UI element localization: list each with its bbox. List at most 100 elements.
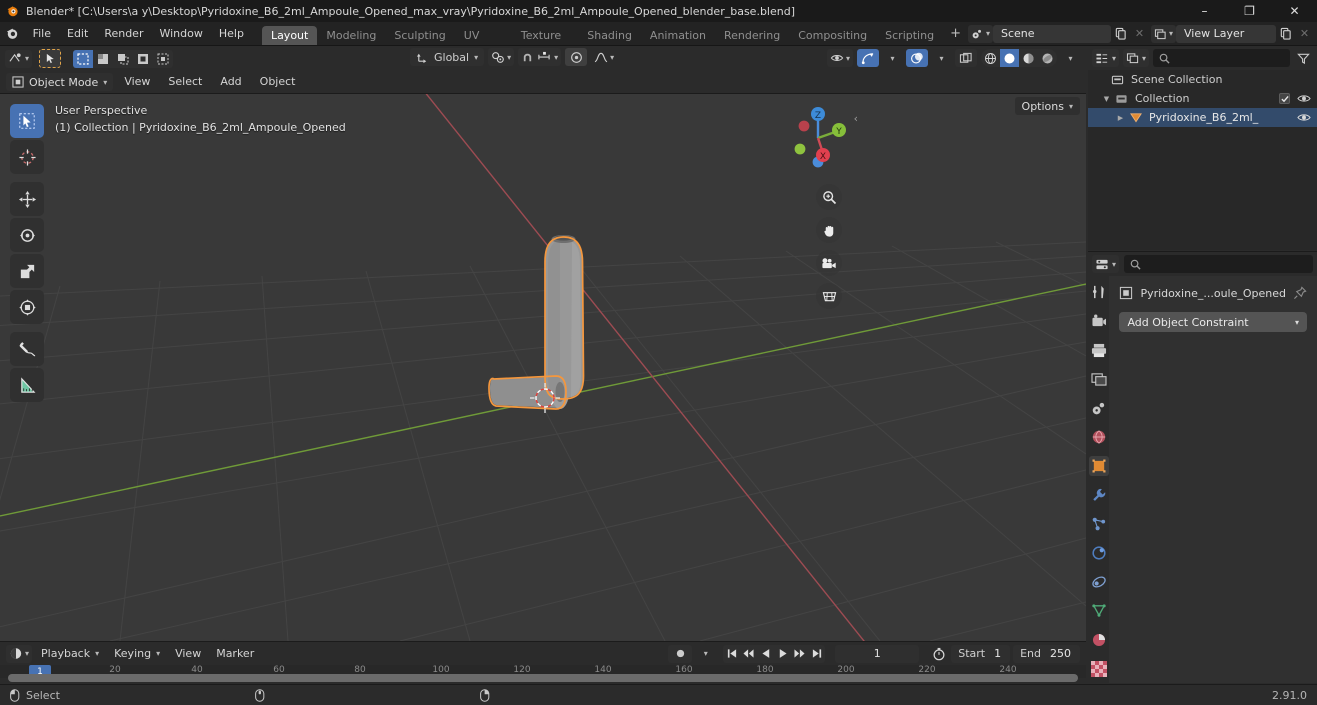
view-layer-name-field[interactable]: View Layer <box>1176 24 1276 43</box>
tool-tab[interactable] <box>1089 282 1109 302</box>
app-menu-blender-icon[interactable] <box>0 22 25 45</box>
timeline-editor-type-selector[interactable]: ▾ <box>6 644 33 663</box>
auto-keying-toggle[interactable] <box>668 644 693 663</box>
transform-orientation-selector[interactable]: Global ▾ <box>410 48 485 66</box>
outliner-editor-type-selector[interactable]: ▾ <box>1092 49 1120 67</box>
measure-tool[interactable] <box>10 368 44 402</box>
snap-magnet-icon[interactable] <box>521 51 534 64</box>
tab-compositing[interactable]: Compositing <box>789 26 876 45</box>
add-workspace-button[interactable]: + <box>943 26 968 41</box>
timeline-horizontal-scrollbar[interactable] <box>8 674 1078 682</box>
editor-type-selector[interactable]: ▾ <box>5 49 33 68</box>
scene-selector[interactable]: ▾ Scene ✕ <box>967 24 1149 43</box>
timeline-menu-marker[interactable]: Marker <box>210 643 260 665</box>
modifier-tab[interactable] <box>1089 485 1109 505</box>
outliner-editor[interactable]: ▾ ▾ Scene Collection ▼ Collection ▶ Pyri… <box>1088 46 1317 250</box>
camera-view-icon[interactable] <box>816 250 842 276</box>
pan-hand-icon[interactable] <box>816 217 842 243</box>
render-tab[interactable] <box>1089 311 1109 331</box>
move-tool[interactable] <box>10 182 44 216</box>
outliner-row-scene-collection[interactable]: Scene Collection <box>1088 70 1317 89</box>
select-intersect-icon[interactable] <box>153 50 173 68</box>
outliner-filter-icon[interactable] <box>1294 49 1313 67</box>
object-data-tab[interactable] <box>1089 601 1109 621</box>
texture-tab[interactable] <box>1089 659 1109 679</box>
minimize-button[interactable]: – <box>1182 0 1227 22</box>
tab-layout[interactable]: Layout <box>261 26 318 45</box>
outliner-row-object-pyridoxine[interactable]: ▶ Pyridoxine_B6_2ml_ <box>1088 108 1317 127</box>
viewport-menu-view[interactable]: View <box>117 71 157 93</box>
rendered-shading-icon[interactable] <box>1038 49 1057 67</box>
3d-viewport[interactable]: User Perspective (1) Collection | Pyrido… <box>0 46 1086 641</box>
menu-help[interactable]: Help <box>211 22 252 46</box>
outliner-search-input[interactable] <box>1153 49 1290 67</box>
snapping-group[interactable]: ▾ <box>518 48 562 66</box>
view-layer-browse-icon[interactable]: ▾ <box>1150 24 1176 43</box>
collapse-arrow-icon[interactable]: ▼ <box>1100 95 1113 103</box>
maximize-button[interactable]: ❐ <box>1227 0 1272 22</box>
show-overlays-toggle[interactable] <box>906 49 928 67</box>
use-preview-range-icon[interactable] <box>929 645 948 663</box>
viewport-menu-add[interactable]: Add <box>213 71 248 93</box>
tab-rendering[interactable]: Rendering <box>715 26 789 45</box>
new-scene-icon[interactable] <box>1111 25 1130 43</box>
properties-editor[interactable]: ▾ Pyridoxine_...oule_Opened Add Object C… <box>1088 251 1317 683</box>
current-frame-field[interactable]: 1 <box>835 644 920 663</box>
tab-shading[interactable]: Shading <box>578 26 641 45</box>
cursor-tool[interactable] <box>10 140 44 174</box>
viewport-options-button[interactable]: Options ▾ <box>1014 97 1080 115</box>
remove-view-layer-icon[interactable]: ✕ <box>1295 25 1314 43</box>
keying-options-chevron[interactable]: ▾ <box>696 645 715 663</box>
timeline-scrollbar-area[interactable] <box>0 674 1086 682</box>
frame-end-field[interactable]: End 250 <box>1013 644 1080 663</box>
select-subtract-icon[interactable] <box>113 50 133 68</box>
tab-modeling[interactable]: Modeling <box>317 26 385 45</box>
orthographic-toggle-icon[interactable] <box>816 283 842 309</box>
material-tab[interactable] <box>1089 630 1109 650</box>
jump-to-prev-keyframe-button[interactable] <box>740 644 758 663</box>
transform-tool[interactable] <box>10 290 44 324</box>
annotate-tool[interactable] <box>10 332 44 366</box>
viewport-menu-object[interactable]: Object <box>253 71 303 93</box>
properties-search-input[interactable] <box>1124 255 1313 273</box>
expand-arrow-icon[interactable]: ▶ <box>1114 114 1127 122</box>
outliner-row-collection[interactable]: ▼ Collection <box>1088 89 1317 108</box>
collection-checkbox[interactable] <box>1279 93 1290 104</box>
material-preview-shading-icon[interactable] <box>1019 49 1038 67</box>
menu-render[interactable]: Render <box>96 22 151 46</box>
world-tab[interactable] <box>1089 427 1109 447</box>
visibility-eye-icon[interactable] <box>1297 112 1311 123</box>
tab-scripting[interactable]: Scripting <box>876 26 943 45</box>
shading-options-chevron[interactable]: ▾ <box>1061 49 1080 67</box>
solid-shading-icon[interactable] <box>1000 49 1019 67</box>
view-layer-selector[interactable]: ▾ View Layer ✕ <box>1150 24 1314 43</box>
select-extend-icon[interactable] <box>93 50 113 68</box>
menu-file[interactable]: File <box>25 22 59 46</box>
timeline-editor[interactable]: ▾ Playback ▾ Keying ▾ View Marker ▾ 1 St… <box>0 641 1086 683</box>
object-type-visibility-selector[interactable]: ▾ <box>826 49 853 67</box>
scene-browse-icon[interactable]: ▾ <box>967 24 993 43</box>
scene-name-field[interactable]: Scene <box>992 24 1111 43</box>
object-tab[interactable] <box>1088 456 1109 476</box>
unlink-scene-icon[interactable]: ✕ <box>1130 25 1149 43</box>
frame-start-field[interactable]: Start 1 <box>951 644 1011 663</box>
menu-window[interactable]: Window <box>151 22 210 46</box>
properties-editor-type-selector[interactable]: ▾ <box>1092 255 1120 273</box>
tab-animation[interactable]: Animation <box>641 26 715 45</box>
pivot-point-selector[interactable]: ▾ <box>488 48 515 66</box>
proportional-falloff-selector[interactable]: ▾ <box>591 48 617 66</box>
zoom-icon[interactable] <box>816 184 842 210</box>
xray-toggle[interactable] <box>955 49 977 67</box>
particles-tab[interactable] <box>1089 514 1109 534</box>
rotate-tool[interactable] <box>10 218 44 252</box>
proportional-editing-toggle[interactable] <box>565 48 588 66</box>
active-tool-indicator[interactable] <box>39 49 62 68</box>
wireframe-shading-icon[interactable] <box>981 49 1000 67</box>
tab-texture-paint[interactable]: Texture Paint <box>512 26 578 61</box>
pin-icon[interactable] <box>1293 286 1307 300</box>
gizmo-options-chevron[interactable]: ▾ <box>883 49 902 67</box>
menu-edit[interactable]: Edit <box>59 22 96 46</box>
add-object-constraint-dropdown[interactable]: Add Object Constraint ▾ <box>1119 312 1307 332</box>
jump-to-start-button[interactable] <box>723 644 741 663</box>
close-button[interactable]: ✕ <box>1272 0 1317 22</box>
